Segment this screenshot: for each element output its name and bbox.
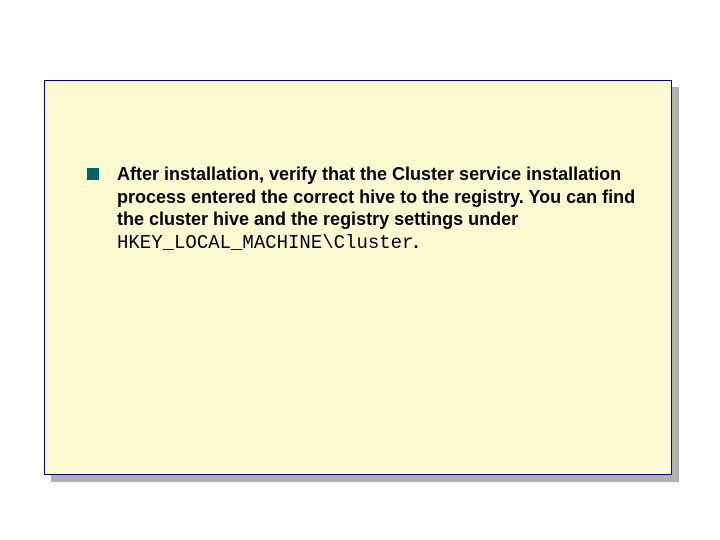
bullet-text: After installation, verify that the Clus… (117, 163, 661, 255)
registry-path: HKEY_LOCAL_MACHINE\Cluster (117, 232, 413, 254)
bullet-item: After installation, verify that the Clus… (45, 81, 671, 255)
text-segment-2: . (413, 232, 418, 252)
text-segment-1: After installation, verify that the Clus… (117, 164, 635, 229)
content-panel: After installation, verify that the Clus… (44, 80, 672, 475)
square-bullet-icon (87, 168, 99, 180)
